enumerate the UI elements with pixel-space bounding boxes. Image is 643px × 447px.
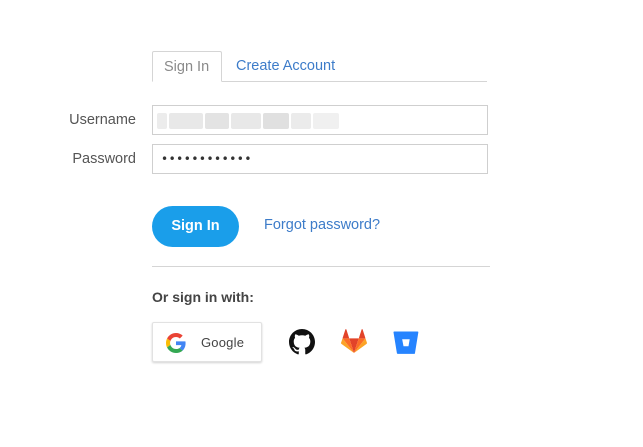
auth-tabs: Sign In Create Account bbox=[152, 51, 487, 82]
gitlab-icon[interactable] bbox=[341, 329, 367, 355]
redacted-text bbox=[169, 113, 203, 129]
redacted-text bbox=[313, 113, 339, 129]
redacted-text bbox=[157, 113, 167, 129]
bitbucket-icon[interactable] bbox=[393, 329, 419, 355]
tab-sign-in[interactable]: Sign In bbox=[152, 51, 222, 82]
username-label: Username bbox=[69, 112, 136, 128]
redacted-text bbox=[205, 113, 229, 129]
social-signin-heading: Or sign in with: bbox=[152, 289, 254, 305]
redacted-text bbox=[291, 113, 311, 129]
password-label: Password bbox=[72, 151, 136, 167]
google-signin-button[interactable]: Google bbox=[152, 322, 262, 362]
sign-in-button[interactable]: Sign In bbox=[152, 206, 239, 247]
login-page: Sign In Create Account Username Password… bbox=[0, 0, 643, 447]
redacted-text bbox=[263, 113, 289, 129]
google-icon bbox=[166, 333, 186, 353]
divider bbox=[152, 266, 490, 267]
forgot-password-link[interactable]: Forgot password? bbox=[264, 217, 380, 233]
username-field[interactable] bbox=[152, 105, 488, 135]
github-icon[interactable] bbox=[289, 329, 315, 355]
redacted-text bbox=[231, 113, 261, 129]
password-field[interactable]: •••••••••••• bbox=[152, 144, 488, 174]
tab-create-account[interactable]: Create Account bbox=[225, 51, 346, 81]
google-label: Google bbox=[201, 335, 245, 350]
